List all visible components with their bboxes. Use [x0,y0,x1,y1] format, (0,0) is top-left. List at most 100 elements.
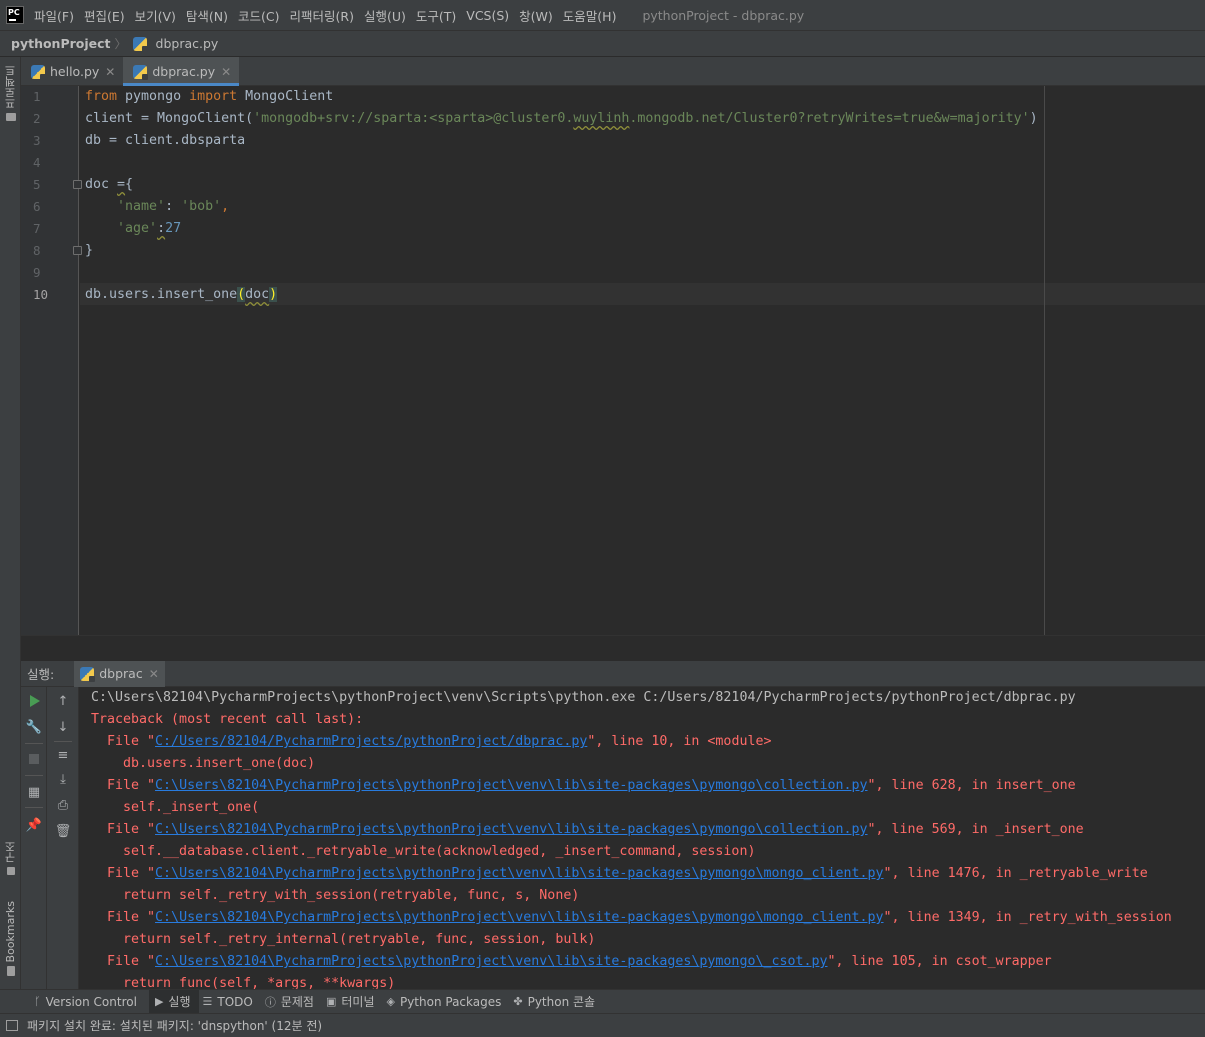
menu-code[interactable]: 코드(C) [238,6,279,25]
toolbar-divider [25,743,43,744]
menu-view[interactable]: 보기(V) [135,6,176,25]
python-console-icon: ✤ [513,995,523,1008]
menu-help[interactable]: 도움말(H) [563,6,617,25]
line-number: 1 [33,89,41,104]
line-number: 5 [33,177,41,192]
wrench-icon: 🔧 [25,719,43,735]
project-tool-tab[interactable]: 프로젝트 [0,65,21,121]
terminal-icon: ▣ [325,995,337,1008]
code-line-6: 'name': 'bob', [117,199,230,214]
soft-wrap-button[interactable]: ≡ [55,747,71,763]
clear-all-button[interactable]: 🗑 [55,823,72,839]
menu-refactor[interactable]: 리팩터링(R) [290,6,354,25]
traceback-frame: File "C:\Users\82104\PycharmProjects\pyt… [91,910,1172,925]
scroll-up-button[interactable]: ↑ [55,693,71,709]
tab-problems[interactable]: ⓘ 문제점 [265,990,322,1014]
python-icon [80,666,96,682]
toolbar-divider [54,741,72,742]
tab-run[interactable]: ▶ 실행 [148,989,199,1014]
branch-icon: ᚴ [34,995,41,1008]
run-panel-header: 실행: dbprac ✕ [21,660,1205,687]
traceback-file-link[interactable]: C:\Users\82104\PycharmProjects\pythonPro… [155,910,884,925]
line-number: 4 [33,155,41,170]
python-file-icon [132,36,148,52]
tab-terminal[interactable]: ▣ 터미널 [326,990,383,1014]
toolbar-divider [25,807,43,808]
code-editor[interactable]: 1 2 3 4 5 6 7 8 9 10 from pymongo import… [21,86,1205,635]
code-line-10: db.users.insert_one(doc) [85,287,278,302]
tab-dbprac-py[interactable]: dbprac.py ✕ [123,57,240,86]
traceback-file-link[interactable]: C:\Users\82104\PycharmProjects\pythonPro… [155,822,867,837]
traceback-file-link[interactable]: C:\Users\82104\PycharmProjects\pythonPro… [155,954,827,969]
traceback-frame: File "C:\Users\82104\PycharmProjects\pyt… [91,866,1148,881]
tab-python-packages[interactable]: ◈ Python Packages [387,990,510,1014]
arrow-up-icon: ↑ [57,693,69,709]
scroll-to-end-icon: ⤓ [60,771,66,787]
close-icon[interactable]: ✕ [149,667,159,681]
breadcrumb-project[interactable]: pythonProject [11,36,111,51]
layout-button[interactable]: ▦ [26,784,42,800]
traceback-frame: File "C:\Users\82104\PycharmProjects\pyt… [91,954,1052,969]
list-icon: ☰ [202,995,213,1008]
panel-splitter[interactable] [21,635,1205,661]
menu-navigate[interactable]: 탐색(N) [186,6,228,25]
print-button[interactable]: ⎙ [55,797,71,813]
menu-run[interactable]: 실행(U) [364,6,406,25]
line-gutter: 1 2 3 4 5 6 7 8 9 10 [21,86,79,635]
traceback-code: self._insert_one( [91,800,260,815]
structure-icon [6,867,15,875]
menu-window[interactable]: 창(W) [519,6,553,25]
traceback-file-link[interactable]: C:\Users\82104\PycharmProjects\pythonPro… [155,866,884,881]
line-number: 3 [33,133,41,148]
tab-python-console[interactable]: ✤ Python 콘솔 [513,990,603,1014]
packages-icon: ◈ [386,995,395,1008]
tab-todo[interactable]: ☰ TODO [203,990,261,1014]
line-number: 8 [33,243,41,258]
stop-icon [29,754,39,764]
traceback-code: self.__database.client._retryable_write(… [91,844,756,859]
rerun-button[interactable] [27,693,43,709]
traceback-code: db.users.insert_one(doc) [91,756,316,771]
code-line-5: doc ={ [85,177,134,192]
traceback-code: return func(self, *args, **kwargs) [91,976,396,989]
menu-bar: PC 파일(F) 편집(E) 보기(V) 탐색(N) 코드(C) 리팩터링(R)… [0,0,1205,30]
scroll-down-button[interactable]: ↓ [55,719,71,735]
edit-config-button[interactable]: 🔧 [26,719,42,735]
traceback-frame: File "C:\Users\82104\PycharmProjects\pyt… [91,778,1076,793]
breadcrumb-file[interactable]: dbprac.py [156,36,219,51]
window-title: pythonProject - dbprac.py [642,7,805,23]
menu-file[interactable]: 파일(F) [34,6,74,25]
traceback-file-link[interactable]: C:\Users\82104\PycharmProjects\pythonPro… [155,778,867,793]
traceback-code: return self._retry_with_session(retryabl… [91,888,580,903]
python-file-icon [31,64,46,80]
bookmarks-tool-tab[interactable]: Bookmarks [0,901,21,977]
status-window-icon[interactable] [6,1020,18,1031]
structure-tool-label: 구조 [3,841,17,863]
tab-version-control[interactable]: ᚴ Version Control [34,990,145,1014]
right-margin-guide [1044,86,1045,635]
line-number: 10 [33,287,49,302]
fold-marker-icon[interactable] [73,180,82,189]
problems-icon: ⓘ [264,995,276,1009]
close-icon[interactable]: ✕ [105,65,115,79]
project-tool-label: 프로젝트 [3,65,17,109]
breadcrumb-chevron-icon: 〉 [114,37,127,51]
traceback-file-link[interactable]: C:/Users/82104/PycharmProjects/pythonPro… [155,734,587,749]
code-line-1: from pymongo import MongoClient [85,89,334,104]
code-line-2: client = MongoClient('mongodb+srv://spar… [85,111,1038,126]
status-message[interactable]: 패키지 설치 완료: 설치된 패키지: 'dnspython' (12분 전) [27,1017,322,1034]
scroll-to-end-button[interactable]: ⤓ [55,771,71,787]
breadcrumb: pythonProject 〉 dbprac.py [0,30,1205,57]
close-icon[interactable]: ✕ [221,65,231,79]
menu-edit[interactable]: 편집(E) [84,6,125,25]
editor-tab-bar: hello.py ✕ dbprac.py ✕ [21,57,1205,86]
run-console[interactable]: C:\Users\82104\PycharmProjects\pythonPro… [79,687,1205,989]
stop-button[interactable] [26,751,42,767]
tab-hello-py[interactable]: hello.py ✕ [21,57,123,86]
fold-marker-icon[interactable] [73,246,82,255]
structure-tool-tab[interactable]: 구조 [0,841,21,875]
menu-tools[interactable]: 도구(T) [416,6,456,25]
run-tab-dbprac[interactable]: dbprac ✕ [74,660,165,687]
pin-tab-button[interactable]: 📌 [26,817,42,833]
menu-vcs[interactable]: VCS(S) [466,8,509,23]
